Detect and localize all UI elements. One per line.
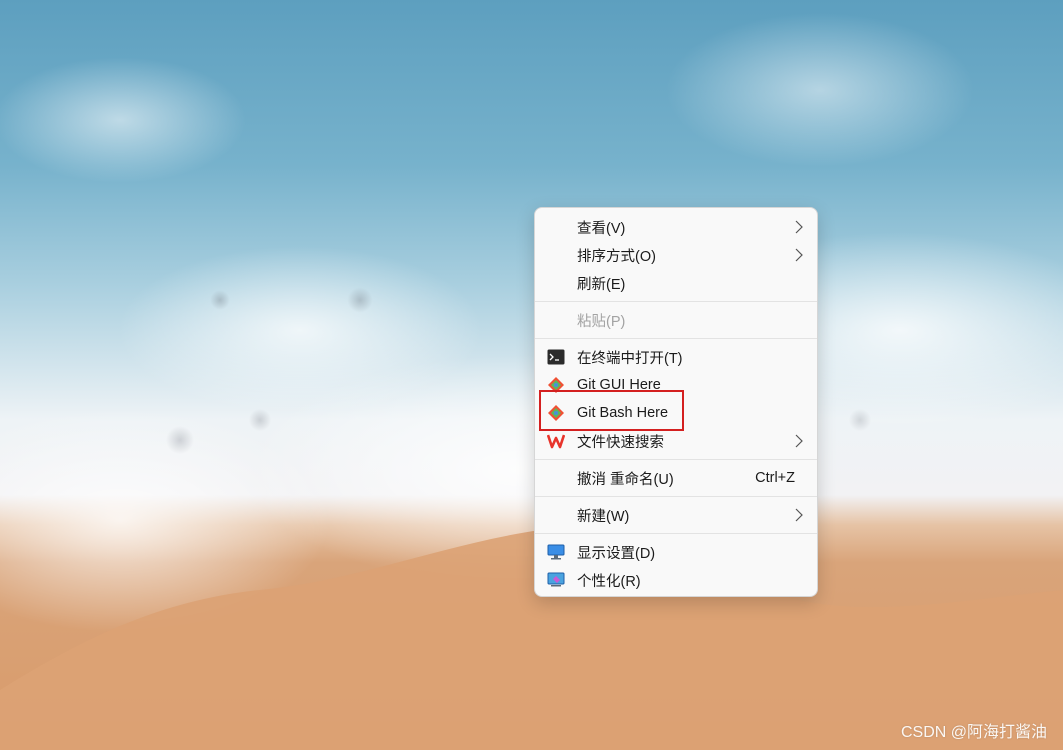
menu-separator — [535, 496, 817, 497]
menu-item-git-bash-here[interactable]: Git Bash Here — [535, 399, 817, 427]
menu-item-refresh[interactable]: 刷新(E) — [535, 269, 817, 297]
menu-item-label: 查看(V) — [577, 220, 626, 237]
menu-item-file-quick-search[interactable]: 文件快速搜索 — [535, 427, 817, 455]
chevron-right-icon — [795, 248, 803, 262]
menu-item-label: 显示设置(D) — [577, 545, 656, 562]
menu-item-open-in-terminal[interactable]: 在终端中打开(T) — [535, 343, 817, 371]
wps-search-icon — [547, 434, 565, 449]
git-icon — [548, 377, 564, 393]
shortcut-label: Ctrl+Z — [755, 470, 795, 486]
menu-item-label: 新建(W) — [577, 508, 630, 525]
watermark-text: CSDN @阿海打酱油 — [900, 724, 1047, 741]
chevron-right-icon — [795, 220, 803, 234]
menu-separator — [535, 338, 817, 339]
monitor-icon — [547, 544, 565, 560]
personalize-icon — [547, 572, 565, 587]
terminal-icon — [547, 349, 565, 365]
menu-separator — [535, 533, 817, 534]
menu-item-label: Git Bash Here — [577, 405, 669, 421]
menu-item-sort-by[interactable]: 排序方式(O) — [535, 241, 817, 269]
menu-item-display-settings[interactable]: 显示设置(D) — [535, 538, 817, 566]
menu-item-paste[interactable]: 粘贴(P) — [535, 306, 817, 334]
sand-shoreline — [0, 528, 1063, 750]
menu-item-label: 文件快速搜索 — [577, 434, 664, 451]
menu-item-personalize[interactable]: 个性化(R) — [535, 566, 817, 594]
menu-item-label: Git GUI Here — [577, 377, 661, 393]
menu-item-label: 排序方式(O) — [577, 248, 656, 265]
menu-item-label: 撤消 重命名(U) — [577, 471, 674, 488]
git-icon — [548, 405, 564, 421]
desktop-context-menu: 查看(V) 排序方式(O) 刷新(E) 粘贴(P) 在终端中打开(T) Git … — [534, 207, 818, 597]
chevron-right-icon — [795, 434, 803, 448]
menu-item-new[interactable]: 新建(W) — [535, 501, 817, 529]
menu-item-label: 在终端中打开(T) — [577, 350, 683, 367]
menu-separator — [535, 459, 817, 460]
chevron-right-icon — [795, 508, 803, 522]
menu-item-undo-rename[interactable]: 撤消 重命名(U) Ctrl+Z — [535, 464, 817, 492]
menu-item-label: 个性化(R) — [577, 573, 641, 590]
menu-item-label: 刷新(E) — [577, 276, 626, 293]
menu-item-git-gui-here[interactable]: Git GUI Here — [535, 371, 817, 399]
menu-item-label: 粘贴(P) — [577, 313, 626, 330]
desktop-wallpaper[interactable]: 查看(V) 排序方式(O) 刷新(E) 粘贴(P) 在终端中打开(T) Git … — [0, 0, 1063, 750]
menu-item-view[interactable]: 查看(V) — [535, 213, 817, 241]
menu-separator — [535, 301, 817, 302]
